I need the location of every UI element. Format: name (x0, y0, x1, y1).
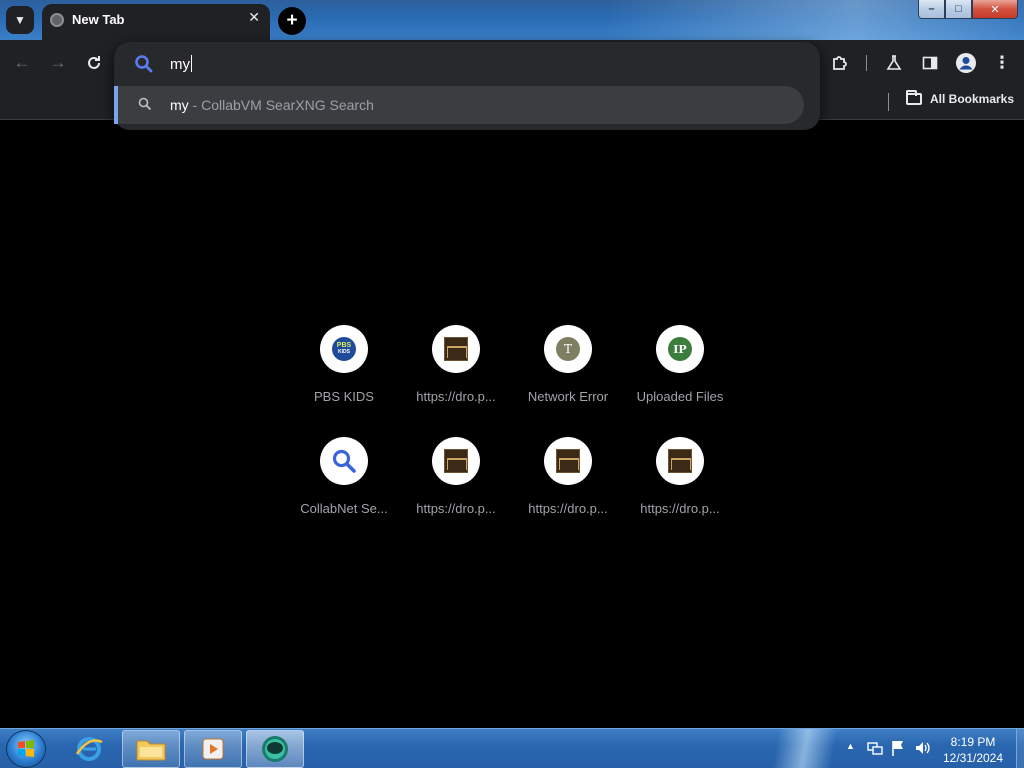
site-thumbnail-icon (668, 449, 692, 473)
shortcut-icon-circle (544, 437, 592, 485)
new-tab-button[interactable]: + (278, 7, 306, 35)
shortcut-tile[interactable]: https://dro.p... (400, 325, 512, 429)
shortcut-tile[interactable]: T Network Error (512, 325, 624, 429)
maximize-button[interactable]: □ (945, 0, 972, 19)
shortcut-icon-circle (432, 325, 480, 373)
start-button[interactable] (6, 730, 46, 768)
shortcut-icon-circle (320, 437, 368, 485)
shortcut-icon-circle: T (544, 325, 592, 373)
suggestion-query: my (170, 97, 189, 113)
site-thumbnail-icon (444, 449, 468, 473)
windows-logo-icon (18, 740, 34, 757)
media-player-icon (202, 738, 224, 760)
omnibox-suggestion[interactable]: my - CollabVM SearXNG Search (114, 86, 804, 124)
taskbar-chrome[interactable] (246, 730, 304, 768)
folder-icon (136, 740, 166, 761)
omnibox-query: my (170, 56, 190, 73)
show-desktop-button[interactable] (1016, 729, 1024, 768)
shortcut-label: Uploaded Files (636, 389, 724, 404)
omnibox-dropdown: my my - CollabVM SearXNG Search (114, 42, 820, 130)
shortcut-tile[interactable]: https://dro.p... (512, 437, 624, 541)
clock-time: 8:19 PM (950, 735, 996, 749)
shortcut-tile[interactable]: https://dro.p... (624, 437, 736, 541)
window-controls: – □ ✕ (918, 0, 1018, 19)
shortcut-label: https://dro.p... (416, 389, 496, 404)
suggestion-engine: - CollabVM SearXNG Search (188, 97, 374, 113)
omnibox-input[interactable]: my (170, 55, 192, 73)
browser-icon (262, 736, 288, 762)
taskbar-media-player[interactable] (184, 730, 242, 768)
action-center-flag-icon[interactable] (890, 739, 906, 762)
minimize-button[interactable]: – (918, 0, 945, 19)
pbs-kids-icon: PBS KIDS (332, 337, 356, 361)
internet-explorer-icon (75, 737, 103, 761)
shortcut-tile[interactable]: https://dro.p... (400, 437, 512, 541)
shortcut-label: https://dro.p... (640, 501, 720, 516)
suggestion-text: my - CollabVM SearXNG Search (170, 97, 374, 113)
search-icon (138, 97, 152, 111)
search-icon (135, 55, 153, 73)
shortcut-icon-circle: IP (656, 325, 704, 373)
shortcut-tile[interactable]: IP Uploaded Files (624, 325, 736, 429)
shortcut-icon-circle (432, 437, 480, 485)
clock-date: 12/31/2024 (942, 751, 1004, 765)
shortcut-icon-circle: PBS KIDS (320, 325, 368, 373)
shortcut-label: Network Error (527, 389, 609, 404)
close-window-button[interactable]: ✕ (972, 0, 1018, 19)
search-icon (332, 449, 356, 473)
letter-ip-icon: IP (668, 337, 692, 361)
text-caret (191, 55, 192, 72)
network-icon[interactable] (866, 739, 884, 762)
taskbar-file-explorer[interactable] (122, 730, 180, 768)
shortcut-label: CollabNet Se... (300, 501, 388, 516)
shortcut-label: https://dro.p... (416, 501, 496, 516)
show-hidden-icons-icon[interactable]: ▲ (846, 741, 855, 751)
shortcut-tile[interactable]: CollabNet Se... (288, 437, 400, 541)
taskbar-clock[interactable]: 8:19 PM 12/31/2024 (930, 734, 1016, 766)
shortcut-label: PBS KIDS (314, 389, 374, 404)
taskbar: ▲ 8:19 PM 12/31/2024 (0, 728, 1024, 768)
site-thumbnail-icon (444, 337, 468, 361)
letter-t-icon: T (556, 337, 580, 361)
shortcut-label: https://dro.p... (528, 501, 608, 516)
site-thumbnail-icon (556, 449, 580, 473)
taskbar-internet-explorer[interactable] (60, 730, 118, 768)
shortcut-icon-circle (656, 437, 704, 485)
shortcut-tile[interactable]: PBS KIDS PBS KIDS (288, 325, 400, 429)
